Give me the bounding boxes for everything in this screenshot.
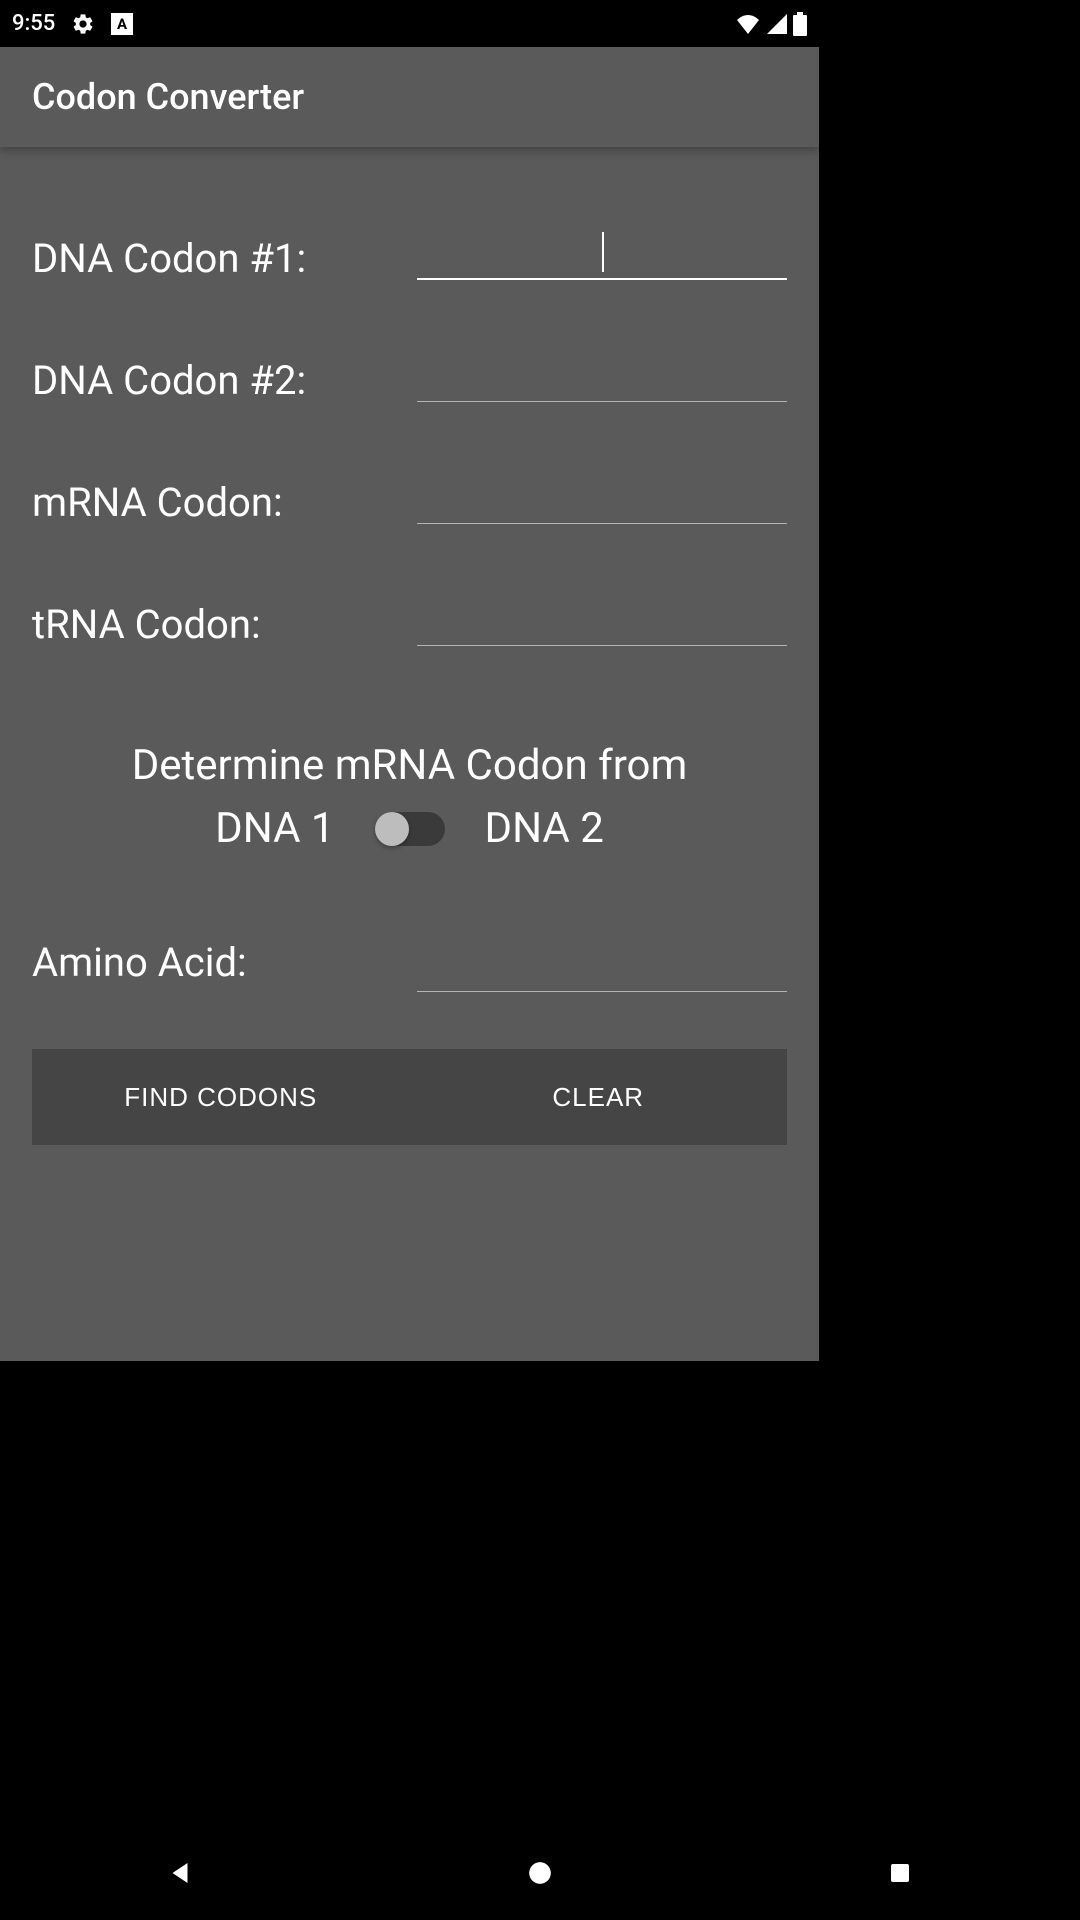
find-codons-button[interactable]: FIND CODONS bbox=[32, 1049, 410, 1145]
clock: 9:55 bbox=[12, 11, 55, 36]
svg-text:A: A bbox=[117, 15, 128, 33]
status-left: 9:55 A bbox=[12, 11, 133, 36]
app-badge-icon: A bbox=[111, 13, 133, 35]
app-title: Codon Converter bbox=[32, 76, 304, 118]
content: DNA Codon #1: DNA Codon #2: mRNA Codon: … bbox=[0, 147, 819, 1361]
switch-row: DNA 1 DNA 2 bbox=[32, 804, 787, 853]
dna2-input-wrap bbox=[417, 350, 787, 410]
recent-button[interactable] bbox=[840, 1848, 960, 1898]
dna1-row: DNA Codon #1: bbox=[32, 197, 787, 319]
switch-thumb bbox=[375, 812, 409, 846]
trna-input[interactable] bbox=[417, 594, 787, 646]
dna2-input[interactable] bbox=[417, 350, 787, 402]
app-area: Codon Converter DNA Codon #1: DNA Codon … bbox=[0, 47, 819, 1361]
back-button[interactable] bbox=[120, 1848, 240, 1898]
mrna-input-wrap bbox=[417, 472, 787, 532]
settings-icon bbox=[71, 12, 95, 36]
trna-row: tRNA Codon: bbox=[32, 563, 787, 685]
status-bar: 9:55 A bbox=[0, 0, 819, 47]
dna2-row: DNA Codon #2: bbox=[32, 319, 787, 441]
text-cursor bbox=[602, 232, 604, 272]
cell-signal-icon bbox=[767, 14, 787, 34]
switch-title: Determine mRNA Codon from bbox=[32, 741, 787, 790]
trna-input-wrap bbox=[417, 594, 787, 654]
dna2-label: DNA Codon #2: bbox=[32, 357, 417, 404]
mrna-row: mRNA Codon: bbox=[32, 441, 787, 563]
switch-left-label: DNA 1 bbox=[215, 804, 334, 853]
dna1-input-wrap bbox=[417, 228, 787, 288]
switch-section: Determine mRNA Codon from DNA 1 DNA 2 bbox=[32, 741, 787, 853]
wifi-icon bbox=[735, 14, 761, 34]
trna-label: tRNA Codon: bbox=[32, 601, 417, 648]
amino-label: Amino Acid: bbox=[32, 939, 417, 986]
amino-row: Amino Acid: bbox=[32, 901, 787, 1023]
app-bar: Codon Converter bbox=[0, 47, 819, 147]
nav-bar bbox=[0, 1825, 1080, 1920]
status-right bbox=[735, 12, 807, 36]
dna1-label: DNA Codon #1: bbox=[32, 235, 417, 282]
mrna-label: mRNA Codon: bbox=[32, 479, 417, 526]
home-button[interactable] bbox=[480, 1848, 600, 1898]
clear-button[interactable]: CLEAR bbox=[410, 1049, 788, 1145]
switch-right-label: DNA 2 bbox=[485, 804, 604, 853]
dna-source-switch[interactable] bbox=[375, 812, 445, 846]
button-row: FIND CODONS CLEAR bbox=[32, 1049, 787, 1145]
mrna-input[interactable] bbox=[417, 472, 787, 524]
battery-icon bbox=[793, 12, 807, 36]
amino-value bbox=[417, 932, 787, 992]
